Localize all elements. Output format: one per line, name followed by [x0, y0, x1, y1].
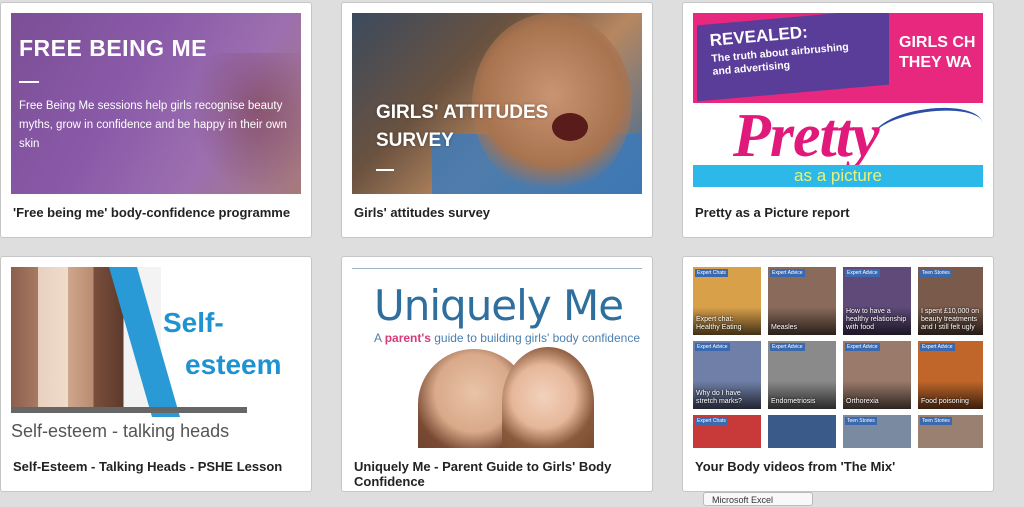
thumbnail-word-self: Self-: [163, 307, 224, 338]
video-tile[interactable]: Expert Chats Expert chat: Healthy Eating: [693, 267, 761, 335]
resource-card-self-esteem[interactable]: Self- esteem Self-esteem - talking heads…: [0, 256, 312, 492]
video-tile[interactable]: Teen Stories: [843, 415, 911, 448]
thumbnail-word-esteem: esteem: [185, 349, 282, 380]
thumbnail-pretty-title: Pretty: [733, 102, 879, 170]
video-tile[interactable]: Expert Advice Orthorexia: [843, 341, 911, 409]
subtitle-rest: guide to building girls' body confidence: [434, 331, 640, 345]
video-tile[interactable]: Expert Chats: [693, 415, 761, 448]
thumbnail-title: FREE BEING ME: [19, 35, 207, 61]
thumbnail-description: Free Being Me sessions help girls recogn…: [19, 100, 287, 150]
video-tile-tag: Teen Stories: [920, 269, 952, 277]
thumbnail-rule: [11, 407, 247, 413]
video-tile-tag: Teen Stories: [920, 417, 952, 425]
card-caption[interactable]: Your Body videos from 'The Mix': [695, 459, 983, 474]
video-tile-title: Orthorexia: [846, 398, 879, 405]
video-tile-title: Food poisoning: [921, 398, 969, 405]
card-thumbnail[interactable]: Uniquely Me A parent's guide to building…: [352, 267, 642, 448]
video-tile-tag: Expert Advice: [695, 343, 730, 351]
card-thumbnail[interactable]: GIRLS' ATTITUDES SURVEY: [352, 13, 642, 194]
video-tile-tag: Expert Chats: [695, 417, 728, 425]
subtitle-prefix: A: [374, 331, 382, 345]
thumbnail-girls-line2: THEY WA: [899, 54, 972, 71]
video-tile-title: I spent £10,000 on beauty treatments and…: [921, 308, 979, 331]
thumbnail-divider: [376, 169, 394, 171]
thumbnail-subtitle: Self-esteem - talking heads: [11, 421, 230, 441]
thumbnail-title-line1: GIRLS' ATTITUDES: [376, 102, 549, 123]
video-tile-tag: Expert Chats: [695, 269, 728, 277]
video-tile-title: How to have a healthy relationship with …: [846, 308, 907, 331]
card-thumbnail[interactable]: REVEALED: The truth about airbrushing an…: [693, 13, 983, 194]
video-tile-title: Expert chat: Healthy Eating: [696, 316, 742, 331]
card-thumbnail[interactable]: FREE BEING ME Free Being Me sessions hel…: [11, 13, 301, 194]
resource-card-uniquely-me[interactable]: Uniquely Me A parent's guide to building…: [341, 256, 653, 492]
resource-card-free-being-me[interactable]: FREE BEING ME Free Being Me sessions hel…: [0, 2, 312, 238]
video-tile[interactable]: Expert Advice Food poisoning: [918, 341, 983, 409]
thumbnail-as-a-picture: as a picture: [693, 165, 983, 187]
card-caption[interactable]: Girls' attitudes survey: [354, 205, 642, 220]
thumbnail-title: GIRLS' ATTITUDES SURVEY: [376, 99, 548, 155]
video-tile[interactable]: Expert Advice Why do I have stretch marks…: [693, 341, 761, 409]
thumbnail-swoosh: [870, 101, 983, 160]
resource-card-pretty-as-a-picture[interactable]: REVEALED: The truth about airbrushing an…: [682, 2, 994, 238]
thumbnail-subtitle: A parent's guide to building girls' body…: [374, 331, 640, 345]
card-caption[interactable]: Pretty as a Picture report: [695, 205, 983, 220]
thumbnail-title-line2: SURVEY: [376, 130, 454, 151]
video-tile-tag: Expert Advice: [770, 343, 805, 351]
video-tile-tag: Expert Advice: [845, 343, 880, 351]
video-tile[interactable]: [768, 415, 836, 448]
video-tile[interactable]: Expert Advice Endometriosis: [768, 341, 836, 409]
resource-card-girls-attitudes[interactable]: GIRLS' ATTITUDES SURVEY Girls' attitudes…: [341, 2, 653, 238]
video-tile-tag: Expert Advice: [845, 269, 880, 277]
video-tile-title: Why do I have stretch marks?: [696, 390, 742, 405]
subtitle-bold: parent's: [384, 331, 431, 345]
video-tile-tag: Teen Stories: [845, 417, 877, 425]
card-thumbnail[interactable]: Self- esteem Self-esteem - talking heads: [11, 267, 301, 448]
card-thumbnail-grid[interactable]: Expert Chats Expert chat: Healthy Eating E…: [693, 267, 983, 448]
card-caption[interactable]: 'Free being me' body-confidence programm…: [13, 205, 301, 220]
video-tile-title: Endometriosis: [771, 398, 816, 405]
video-tile-tag: Expert Advice: [770, 269, 805, 277]
thumbnail-top-line: [352, 268, 642, 269]
thumbnail-photo-child: [502, 347, 594, 448]
thumbnail-girls-line1: GIRLS CH: [899, 34, 976, 51]
video-tile-title: Measles: [771, 324, 798, 331]
thumbnail-girls-text: GIRLS CH THEY WA: [899, 33, 975, 73]
tooltip: Microsoft Excel: [703, 492, 813, 506]
thumbnail-title: Uniquely Me: [374, 281, 624, 330]
video-tile[interactable]: Expert Advice How to have a healthy relat…: [843, 267, 911, 335]
video-tile[interactable]: Teen Stories: [918, 415, 983, 448]
resource-card-your-body-videos[interactable]: Expert Chats Expert chat: Healthy Eating E…: [682, 256, 994, 492]
thumbnail-photo-mouth: [552, 113, 588, 141]
card-caption[interactable]: Uniquely Me - Parent Guide to Girls' Bod…: [354, 459, 642, 489]
card-caption[interactable]: Self-Esteem - Talking Heads - PSHE Lesso…: [13, 459, 301, 474]
thumbnail-divider: [19, 81, 39, 83]
video-tile-tag: Expert Advice: [920, 343, 955, 351]
video-tile[interactable]: Expert Advice Measles: [768, 267, 836, 335]
video-tile[interactable]: Teen Stories I spent £10,000 on beauty tr…: [918, 267, 983, 335]
